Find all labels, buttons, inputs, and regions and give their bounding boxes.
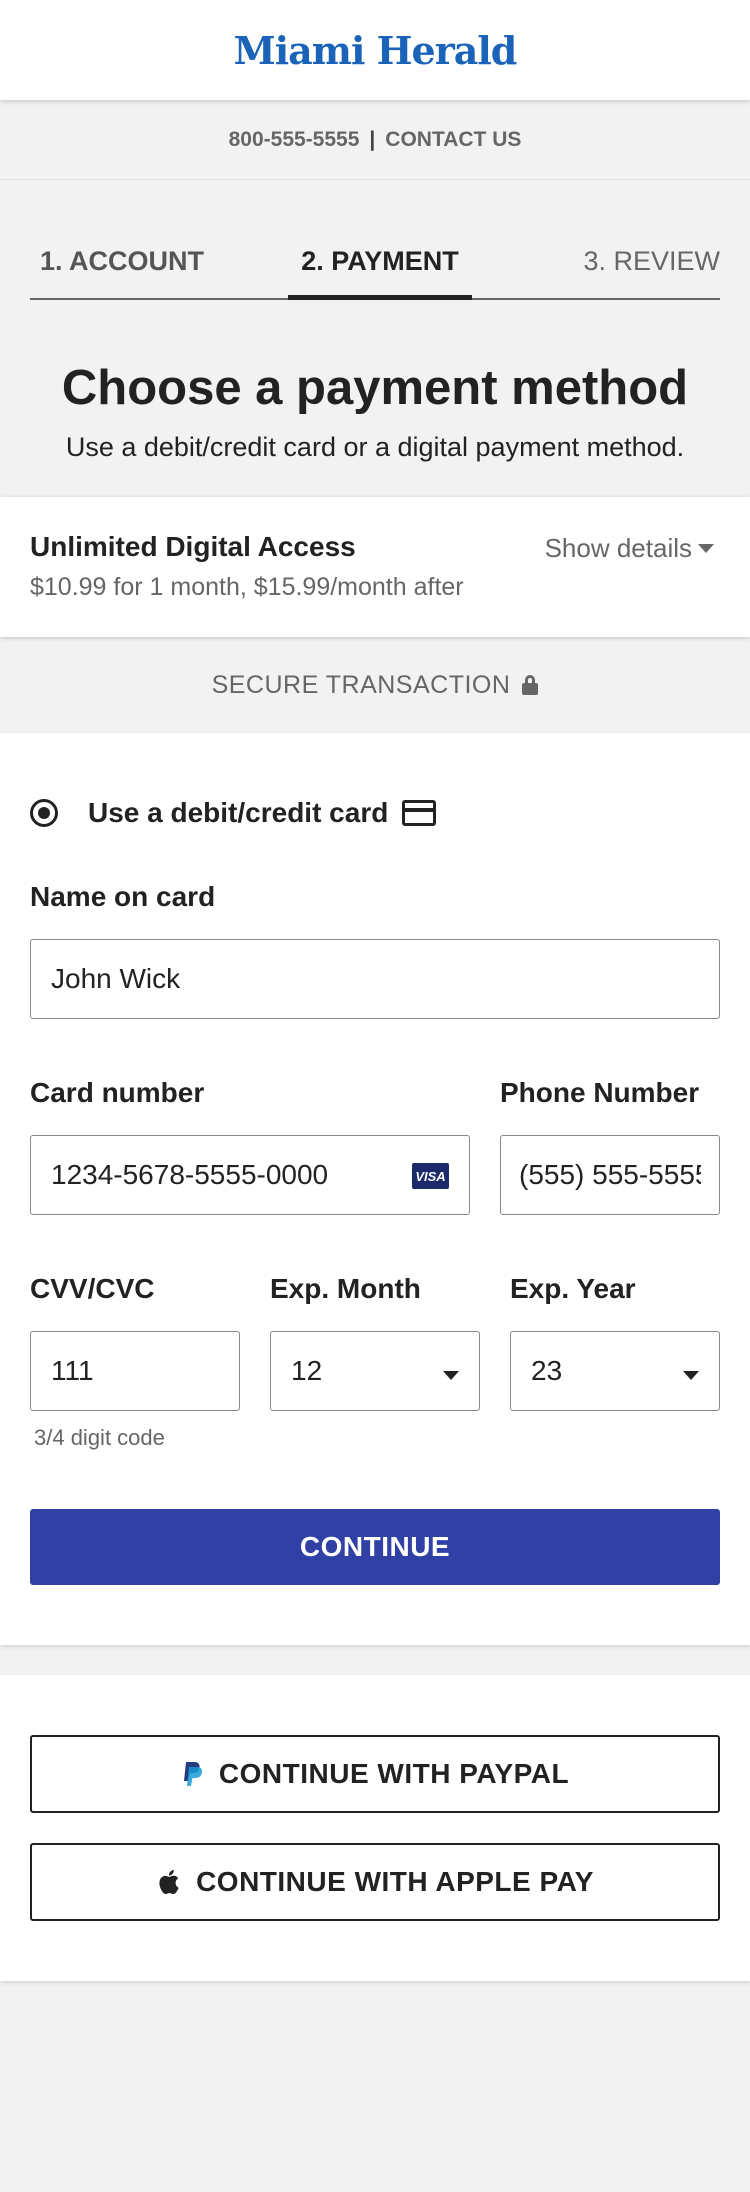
- site-header: Miami Herald: [0, 0, 750, 100]
- name-on-card-field[interactable]: [30, 939, 720, 1019]
- paypal-icon: [181, 1761, 203, 1787]
- cvv-group: CVV/CVC 3/4 digit code: [30, 1273, 240, 1451]
- phone-number-input[interactable]: [519, 1159, 701, 1191]
- lock-icon: [522, 675, 539, 695]
- cvv-exp-row: CVV/CVC 3/4 digit code Exp. Month 12 Exp…: [30, 1273, 720, 1451]
- exp-year-label: Exp. Year: [510, 1273, 636, 1304]
- exp-month-value: 12: [291, 1355, 323, 1386]
- name-field-group: Name on card: [30, 881, 720, 1019]
- secure-transaction-banner: SECURE TRANSACTION: [0, 637, 750, 733]
- cvv-hint: 3/4 digit code: [34, 1425, 165, 1450]
- paypal-button[interactable]: CONTINUE WITH PAYPAL: [30, 1735, 720, 1813]
- card-payment-form: Use a debit/credit card Name on card Car…: [0, 733, 750, 1645]
- phone-number-group: Phone Number: [500, 1077, 720, 1215]
- contact-bar: 800-555-5555 | CONTACT US: [0, 100, 750, 180]
- continue-button[interactable]: CONTINUE: [30, 1509, 720, 1585]
- card-number-label: Card number: [30, 1077, 205, 1108]
- card-option-radio[interactable]: [30, 799, 58, 827]
- phone-number-label: Phone Number: [500, 1077, 700, 1108]
- name-on-card-label: Name on card: [30, 881, 216, 912]
- credit-card-icon: [402, 800, 437, 826]
- contact-separator: |: [369, 127, 376, 151]
- title-block: Choose a payment method Use a debit/cred…: [0, 300, 750, 463]
- step-payment: 2. PAYMENT: [288, 246, 472, 300]
- step-review: 3. REVIEW: [583, 246, 720, 276]
- plan-price: $10.99 for 1 month, $15.99/month after: [30, 573, 464, 601]
- chevron-down-icon: [683, 1371, 699, 1380]
- card-number-input[interactable]: [51, 1159, 449, 1191]
- card-option-label: Use a debit/credit card: [88, 797, 389, 828]
- exp-month-label: Exp. Month: [270, 1273, 421, 1304]
- paypal-button-label: CONTINUE WITH PAYPAL: [218, 1758, 570, 1789]
- card-number-field[interactable]: VISA: [30, 1135, 470, 1215]
- card-number-group: Card number VISA: [30, 1077, 470, 1215]
- plan-summary: Unlimited Digital Access $10.99 for 1 mo…: [0, 497, 750, 637]
- cvv-input[interactable]: [51, 1355, 219, 1387]
- checkout-steps: 1. ACCOUNT 2. PAYMENT 3. REVIEW: [30, 180, 720, 300]
- visa-icon: VISA: [412, 1163, 449, 1189]
- exp-year-value: 23: [531, 1355, 563, 1386]
- step-account[interactable]: 1. ACCOUNT: [30, 246, 243, 300]
- chevron-down-icon: [443, 1371, 459, 1380]
- page-title: Choose a payment method: [61, 361, 689, 415]
- exp-month-group: Exp. Month 12: [270, 1273, 480, 1451]
- cvv-field[interactable]: [30, 1331, 240, 1411]
- alternative-payments: CONTINUE WITH PAYPAL CONTINUE WITH APPLE…: [0, 1675, 750, 1981]
- secure-transaction-label: SECURE TRANSACTION: [211, 670, 511, 699]
- name-on-card-input[interactable]: [51, 963, 699, 995]
- card-option[interactable]: Use a debit/credit card: [30, 797, 720, 829]
- show-details-toggle[interactable]: Show details: [545, 533, 714, 564]
- phone-number-field[interactable]: [500, 1135, 720, 1215]
- cvv-label: CVV/CVC: [30, 1273, 155, 1304]
- phone-number[interactable]: 800-555-5555: [229, 128, 360, 152]
- exp-year-select[interactable]: 23: [510, 1331, 720, 1411]
- site-logo[interactable]: Miami Herald: [234, 28, 518, 73]
- card-phone-row: Card number VISA Phone Number: [30, 1077, 720, 1215]
- chevron-down-icon: [698, 544, 714, 553]
- show-details-label: Show details: [544, 533, 692, 563]
- page-subtitle: Use a debit/credit card or a digital pay…: [65, 432, 685, 462]
- exp-month-select[interactable]: 12: [270, 1331, 480, 1411]
- apple-pay-button[interactable]: CONTINUE WITH APPLE PAY: [30, 1843, 720, 1921]
- exp-year-group: Exp. Year 23: [510, 1273, 720, 1451]
- apple-icon: [156, 1868, 180, 1896]
- apple-pay-button-label: CONTINUE WITH APPLE PAY: [196, 1866, 594, 1897]
- contact-us-link[interactable]: CONTACT US: [385, 128, 521, 152]
